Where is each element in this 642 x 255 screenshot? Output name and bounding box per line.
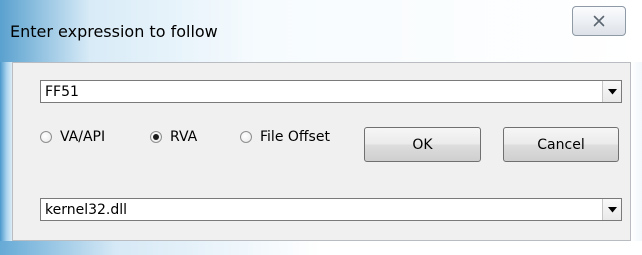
window-frame-bottom xyxy=(0,241,642,255)
ok-button[interactable]: OK xyxy=(364,127,481,162)
radio-va-api-circle[interactable] xyxy=(40,131,52,143)
dialog-window: Enter expression to follow FF51 VA/API R… xyxy=(0,0,642,255)
expression-combobox[interactable]: FF51 xyxy=(40,80,622,103)
radio-file-offset[interactable]: File Offset xyxy=(240,129,330,145)
radio-va-api[interactable]: VA/API xyxy=(40,129,105,145)
dialog-title: Enter expression to follow xyxy=(10,22,218,41)
cancel-button[interactable]: Cancel xyxy=(503,127,619,162)
dialog-client-area: FF51 VA/API RVA File Offset OK Cancel ke… xyxy=(12,62,631,241)
module-combobox[interactable]: kernel32.dll xyxy=(40,198,622,221)
close-button[interactable] xyxy=(572,6,626,36)
chevron-down-icon xyxy=(607,88,617,94)
title-bar[interactable]: Enter expression to follow xyxy=(0,0,642,62)
window-frame-left xyxy=(0,62,12,255)
radio-va-api-label: VA/API xyxy=(60,129,106,145)
close-icon xyxy=(593,15,605,27)
radio-rva[interactable]: RVA xyxy=(150,129,197,145)
module-input[interactable]: kernel32.dll xyxy=(41,202,602,218)
expression-input[interactable]: FF51 xyxy=(41,84,602,100)
radio-file-offset-label: File Offset xyxy=(260,129,330,145)
window-frame-right xyxy=(631,62,642,255)
radio-file-offset-circle[interactable] xyxy=(240,131,252,143)
chevron-down-icon xyxy=(607,206,617,212)
expression-dropdown-button[interactable] xyxy=(602,81,621,102)
radio-rva-label: RVA xyxy=(170,129,198,145)
module-dropdown-button[interactable] xyxy=(602,199,621,220)
radio-selected-dot xyxy=(153,134,159,140)
radio-rva-circle[interactable] xyxy=(150,131,162,143)
